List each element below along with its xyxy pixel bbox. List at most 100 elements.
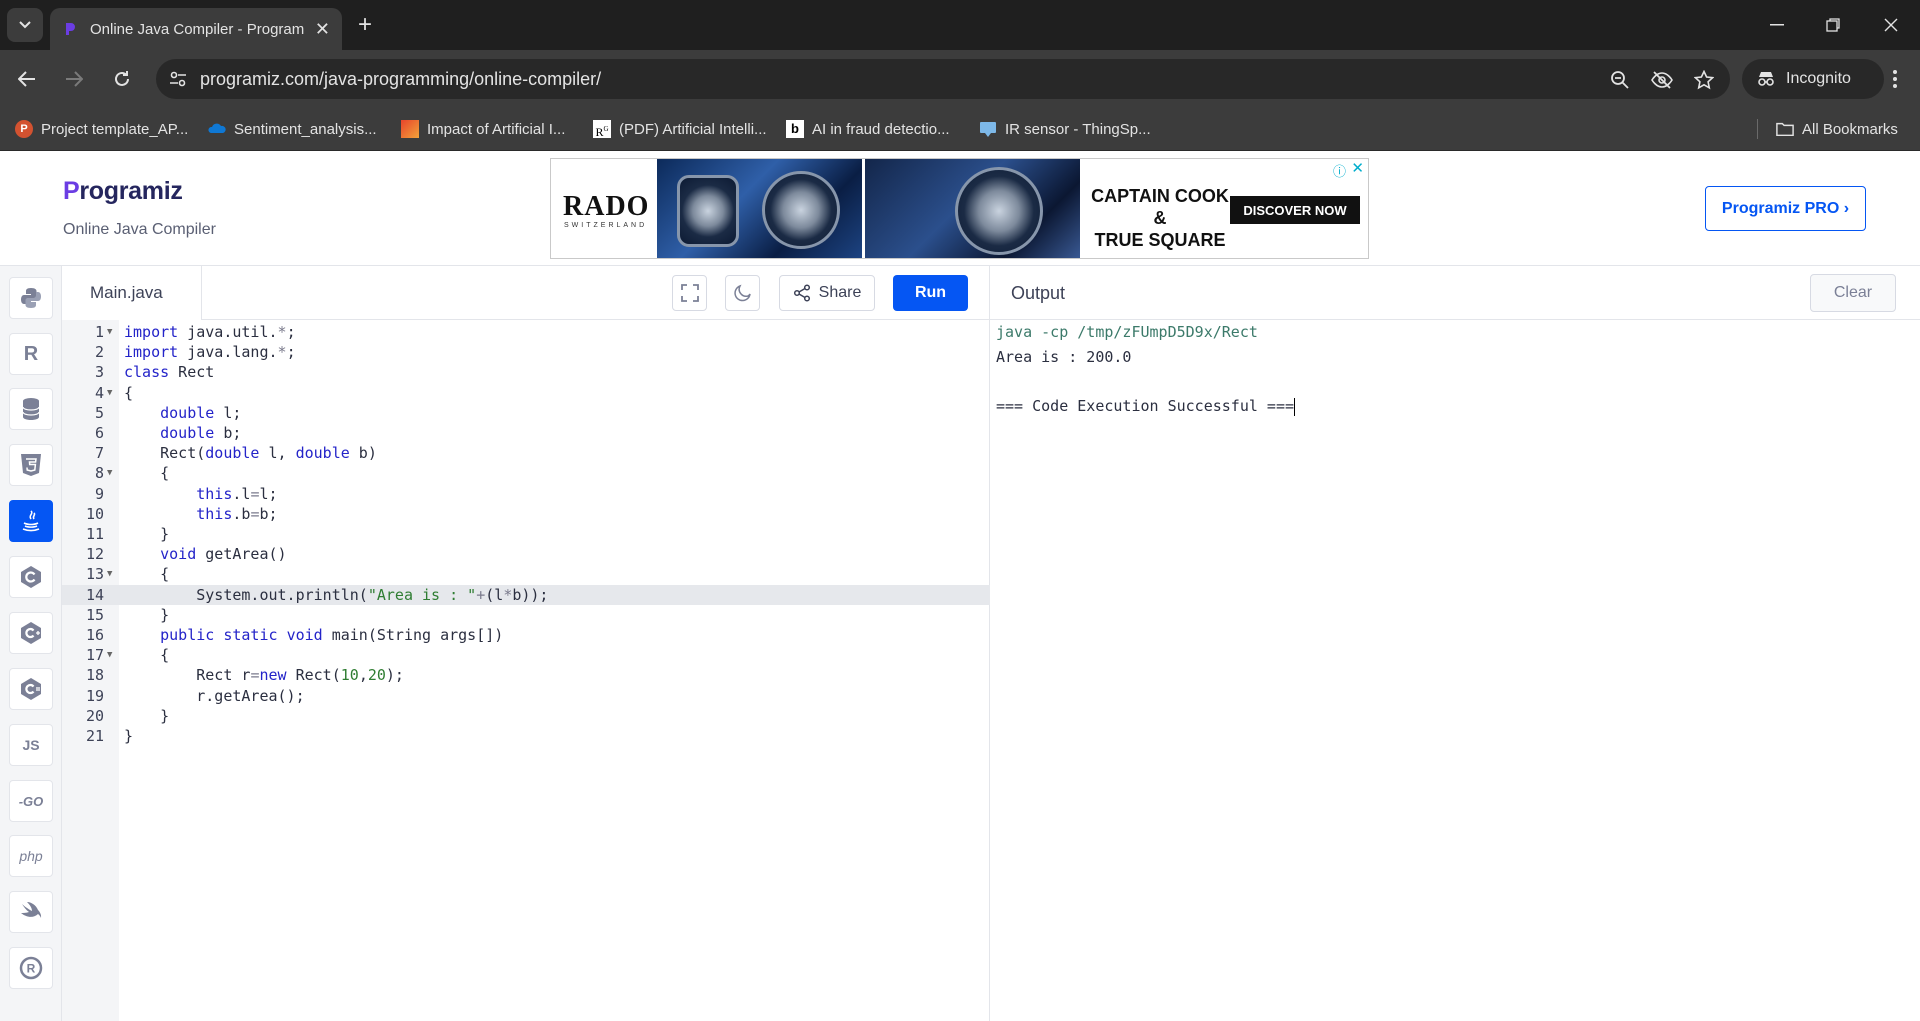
back-button[interactable] [12, 64, 42, 94]
code-line[interactable]: 10 this.b=b; [62, 504, 990, 524]
restore-button[interactable] [1818, 10, 1848, 40]
programiz-pro-button[interactable]: Programiz PRO › [1705, 186, 1866, 231]
url-text[interactable]: programiz.com/java-programming/online-co… [200, 69, 601, 90]
code-line[interactable]: 12 void getArea() [62, 544, 990, 564]
reload-button[interactable] [107, 64, 137, 94]
code-line[interactable]: 7 Rect(double l, double b) [62, 443, 990, 463]
new-tab-button[interactable]: + [352, 12, 378, 38]
code-line[interactable]: 14 System.out.println("Area is : "+(l*b)… [62, 584, 990, 605]
ad-info-icon[interactable]: ⓘ [1333, 161, 1346, 180]
line-number: 14 [85, 585, 104, 604]
fold-arrow-icon[interactable]: ▼ [107, 322, 112, 342]
file-tab[interactable]: Main.java [62, 266, 202, 320]
moon-icon [733, 284, 751, 302]
swift-language-button[interactable] [9, 891, 53, 933]
ad-cta-button[interactable]: DISCOVER NOW [1230, 196, 1360, 224]
run-button[interactable]: Run [893, 275, 968, 311]
tab-search-button[interactable] [7, 8, 43, 42]
bookmark-item[interactable]: P Project template_AP... [15, 117, 188, 141]
code-line[interactable]: 13 ▼ { [62, 564, 990, 584]
code-text: double l; [160, 403, 242, 422]
advertisement-banner[interactable]: RADO SWITZERLAND CAPTAIN COOK & TRUE SQU… [550, 158, 1369, 259]
code-line[interactable]: 19 r.getArea(); [62, 686, 990, 706]
rust-language-button[interactable]: R [9, 947, 53, 989]
more-vertical-icon [1893, 70, 1897, 88]
c-icon [21, 566, 41, 588]
code-line[interactable]: 16 public static void main(String args[]… [62, 625, 990, 645]
code-line[interactable]: 4 ▼ { [62, 383, 990, 403]
bookmark-star-button[interactable] [1692, 68, 1716, 92]
code-line[interactable]: 6 double b; [62, 423, 990, 443]
code-text: System.out.println("Area is : "+(l*b)); [124, 585, 549, 604]
fold-arrow-icon[interactable]: ▼ [107, 645, 112, 665]
javascript-language-button[interactable]: JS [9, 724, 53, 766]
programiz-logo[interactable]: Programiz [63, 177, 183, 206]
share-label: Share [818, 284, 862, 301]
go-language-button[interactable]: -GO [9, 780, 53, 822]
fold-arrow-icon[interactable]: ▼ [107, 383, 112, 403]
bookmark-label: (PDF) Artificial Intelli... [619, 120, 767, 138]
line-number: 17 [85, 646, 104, 665]
php-language-button[interactable]: php [9, 835, 53, 877]
code-editor[interactable]: 1 ▼ import java.util.*; 2 import java.lang.*… [62, 320, 990, 1021]
python-language-button[interactable] [9, 277, 53, 319]
html-language-button[interactable] [9, 444, 53, 486]
code-line[interactable]: 1 ▼ import java.util.*; [62, 322, 990, 342]
code-text: } [124, 525, 170, 543]
rust-icon: R [19, 956, 43, 980]
code-line[interactable]: 17 ▼ { [62, 645, 990, 665]
bookmark-item[interactable]: b AI in fraud detectio... [786, 117, 950, 141]
all-bookmarks-button[interactable]: All Bookmarks [1776, 117, 1898, 141]
bookmark-item[interactable]: Impact of Artificial I... [401, 117, 565, 141]
cpp-language-button[interactable] [9, 612, 53, 654]
code-line[interactable]: 3 class Rect [62, 362, 990, 382]
bookmark-item[interactable]: Sentiment_analysis... [208, 117, 377, 141]
code-line[interactable]: 2 import java.lang.*; [62, 342, 990, 362]
output-status[interactable]: === Code Execution Successful === [996, 397, 1296, 416]
clear-button[interactable]: Clear [1810, 274, 1896, 312]
code-line[interactable]: 18 Rect r=new Rect(10,20); [62, 665, 990, 685]
code-line[interactable]: 20 } [62, 706, 990, 726]
tracking-protection-button[interactable] [1650, 68, 1674, 92]
c-language-button[interactable] [9, 556, 53, 598]
tab-close-icon[interactable]: ✕ [315, 19, 330, 40]
code-line[interactable]: 11 } [62, 524, 990, 544]
minimize-button[interactable] [1762, 10, 1792, 40]
java-language-button[interactable] [9, 500, 53, 542]
fold-arrow-icon[interactable]: ▼ [107, 463, 112, 483]
code-line[interactable]: 5 double l; [62, 403, 990, 423]
address-bar[interactable]: programiz.com/java-programming/online-co… [156, 59, 1730, 99]
code-line[interactable]: 9 this.l=l; [62, 484, 990, 504]
eye-off-icon [1651, 71, 1673, 89]
code-line[interactable]: 8 ▼ { [62, 463, 990, 483]
ad-close-icon[interactable]: ✕ [1351, 159, 1364, 177]
zoom-button[interactable] [1608, 68, 1632, 92]
line-number: 21 [85, 727, 104, 745]
forward-arrow-icon [66, 71, 83, 87]
share-button[interactable]: Share [779, 275, 875, 311]
csharp-language-button[interactable] [9, 668, 53, 710]
line-number: 18 [85, 666, 104, 685]
r-language-button[interactable]: R [9, 333, 53, 375]
browser-tab-active[interactable]: Online Java Compiler - Programiz ✕ [50, 8, 342, 50]
sql-language-button[interactable] [9, 388, 53, 430]
code-line[interactable]: 21} [62, 726, 990, 746]
csharp-icon [21, 678, 41, 700]
forward-button[interactable] [59, 64, 89, 94]
bookmark-item[interactable]: IR sensor - ThingSp... [979, 117, 1151, 141]
browser-menu-button[interactable] [1880, 64, 1910, 94]
code-line[interactable]: 15 } [62, 605, 990, 625]
code-text: { [124, 464, 170, 483]
line-number: 10 [85, 504, 104, 523]
dark-mode-button[interactable] [725, 275, 760, 311]
bookmark-item[interactable]: RG (PDF) Artificial Intelli... [593, 117, 767, 141]
fullscreen-button[interactable] [672, 275, 707, 311]
code-text: this.b=b; [196, 504, 278, 523]
close-window-button[interactable] [1876, 10, 1906, 40]
fold-arrow-icon[interactable]: ▼ [107, 564, 112, 584]
bookmark-label: IR sensor - ThingSp... [1005, 120, 1151, 138]
site-settings-icon[interactable] [168, 69, 188, 89]
line-number: 12 [85, 545, 104, 564]
incognito-indicator[interactable]: Incognito [1742, 59, 1884, 99]
code-text: import java.lang.*; [124, 343, 296, 362]
